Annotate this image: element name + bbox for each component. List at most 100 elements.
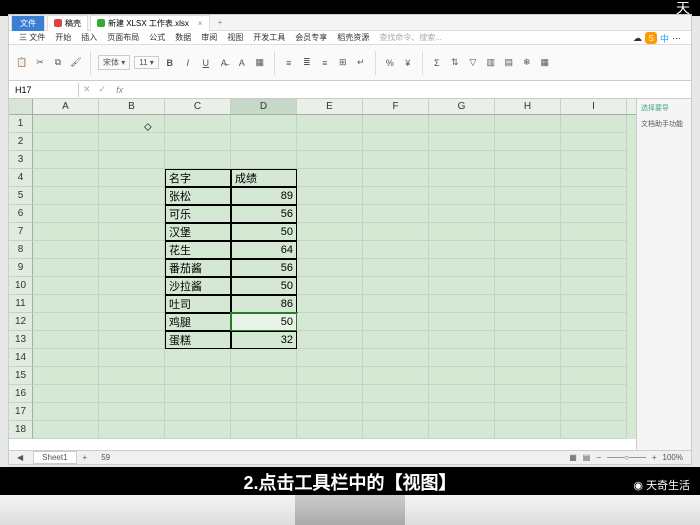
- cell[interactable]: [429, 223, 495, 241]
- cell[interactable]: [363, 349, 429, 367]
- cell[interactable]: [495, 421, 561, 439]
- row-header[interactable]: 4: [9, 169, 33, 187]
- font-select[interactable]: 宋体 ▾: [98, 55, 130, 70]
- cell[interactable]: [165, 367, 231, 385]
- cell[interactable]: [363, 241, 429, 259]
- cell[interactable]: 可乐: [165, 205, 231, 223]
- cell[interactable]: [495, 295, 561, 313]
- cell[interactable]: [429, 403, 495, 421]
- cell[interactable]: [33, 331, 99, 349]
- cell[interactable]: [363, 421, 429, 439]
- cell[interactable]: 50: [231, 223, 297, 241]
- doc-tab-1[interactable]: 稿壳: [47, 15, 88, 31]
- cell[interactable]: [429, 133, 495, 151]
- cell[interactable]: [99, 331, 165, 349]
- cell[interactable]: 56: [231, 205, 297, 223]
- cell[interactable]: [231, 349, 297, 367]
- cell[interactable]: [297, 349, 363, 367]
- cell[interactable]: 86: [231, 295, 297, 313]
- cell[interactable]: 成绩: [231, 169, 297, 187]
- add-sheet-icon[interactable]: +: [77, 453, 94, 462]
- cell[interactable]: [561, 205, 627, 223]
- cell[interactable]: [561, 331, 627, 349]
- cell[interactable]: [561, 259, 627, 277]
- cell[interactable]: 沙拉酱: [165, 277, 231, 295]
- cell[interactable]: [495, 259, 561, 277]
- cell[interactable]: [99, 169, 165, 187]
- cell[interactable]: [231, 403, 297, 421]
- cell[interactable]: 吐司: [165, 295, 231, 313]
- cell[interactable]: [99, 133, 165, 151]
- menu-insert[interactable]: 插入: [81, 32, 97, 43]
- cell[interactable]: [33, 403, 99, 421]
- cell[interactable]: [429, 313, 495, 331]
- new-tab-button[interactable]: +: [212, 18, 229, 27]
- menu-formula[interactable]: 公式: [149, 32, 165, 43]
- cell[interactable]: [99, 115, 165, 133]
- cell[interactable]: [297, 115, 363, 133]
- formula-input[interactable]: [129, 88, 691, 92]
- col-header-I[interactable]: I: [561, 99, 627, 114]
- cell[interactable]: [231, 421, 297, 439]
- menu-file[interactable]: 三 文件: [19, 32, 45, 43]
- merge-icon[interactable]: ⊞: [336, 56, 350, 70]
- underline-icon[interactable]: U: [199, 56, 213, 70]
- row-header[interactable]: 7: [9, 223, 33, 241]
- cell[interactable]: [165, 385, 231, 403]
- cell[interactable]: [297, 205, 363, 223]
- sheet-tab[interactable]: Sheet1: [33, 451, 76, 464]
- cell[interactable]: [429, 277, 495, 295]
- cell[interactable]: [561, 151, 627, 169]
- cell[interactable]: [165, 349, 231, 367]
- cell[interactable]: [561, 295, 627, 313]
- row-header[interactable]: 16: [9, 385, 33, 403]
- col-header-C[interactable]: C: [165, 99, 231, 114]
- cell[interactable]: [33, 367, 99, 385]
- cell[interactable]: 32: [231, 331, 297, 349]
- cell[interactable]: [99, 205, 165, 223]
- cell[interactable]: [495, 151, 561, 169]
- cell[interactable]: [99, 349, 165, 367]
- cell[interactable]: [495, 367, 561, 385]
- cell[interactable]: [495, 241, 561, 259]
- menu-data[interactable]: 数据: [175, 32, 191, 43]
- cell[interactable]: [99, 241, 165, 259]
- cell[interactable]: [429, 151, 495, 169]
- cell[interactable]: [561, 223, 627, 241]
- cell[interactable]: [363, 313, 429, 331]
- select-all-corner[interactable]: [9, 99, 33, 114]
- cell[interactable]: [429, 367, 495, 385]
- row-header[interactable]: 15: [9, 367, 33, 385]
- cell[interactable]: [99, 295, 165, 313]
- cell[interactable]: [33, 421, 99, 439]
- cell[interactable]: [429, 187, 495, 205]
- row-header[interactable]: 9: [9, 259, 33, 277]
- cell[interactable]: [561, 277, 627, 295]
- cell[interactable]: [165, 421, 231, 439]
- name-box[interactable]: H17: [9, 83, 79, 97]
- menu-search[interactable]: 查找命令、搜索...: [379, 32, 442, 43]
- cell[interactable]: [363, 277, 429, 295]
- cloud-icon[interactable]: ☁: [633, 33, 642, 44]
- cell[interactable]: [165, 403, 231, 421]
- cell[interactable]: [297, 403, 363, 421]
- cell[interactable]: [363, 169, 429, 187]
- cell[interactable]: [297, 187, 363, 205]
- row-header[interactable]: 18: [9, 421, 33, 439]
- cell[interactable]: [561, 367, 627, 385]
- cell[interactable]: [297, 259, 363, 277]
- cell[interactable]: [363, 133, 429, 151]
- close-icon[interactable]: ×: [198, 19, 203, 28]
- cell[interactable]: 蛋糕: [165, 331, 231, 349]
- accept-formula-icon[interactable]: ✓: [95, 84, 111, 95]
- wrap-icon[interactable]: ↵: [354, 56, 368, 70]
- cell[interactable]: [363, 295, 429, 313]
- col-header-B[interactable]: B: [99, 99, 165, 114]
- cell[interactable]: [33, 205, 99, 223]
- cell[interactable]: [297, 331, 363, 349]
- cell[interactable]: 89: [231, 187, 297, 205]
- cell[interactable]: 50: [231, 313, 297, 331]
- cell[interactable]: [297, 295, 363, 313]
- cell[interactable]: [429, 331, 495, 349]
- menu-view[interactable]: 视图: [227, 32, 243, 43]
